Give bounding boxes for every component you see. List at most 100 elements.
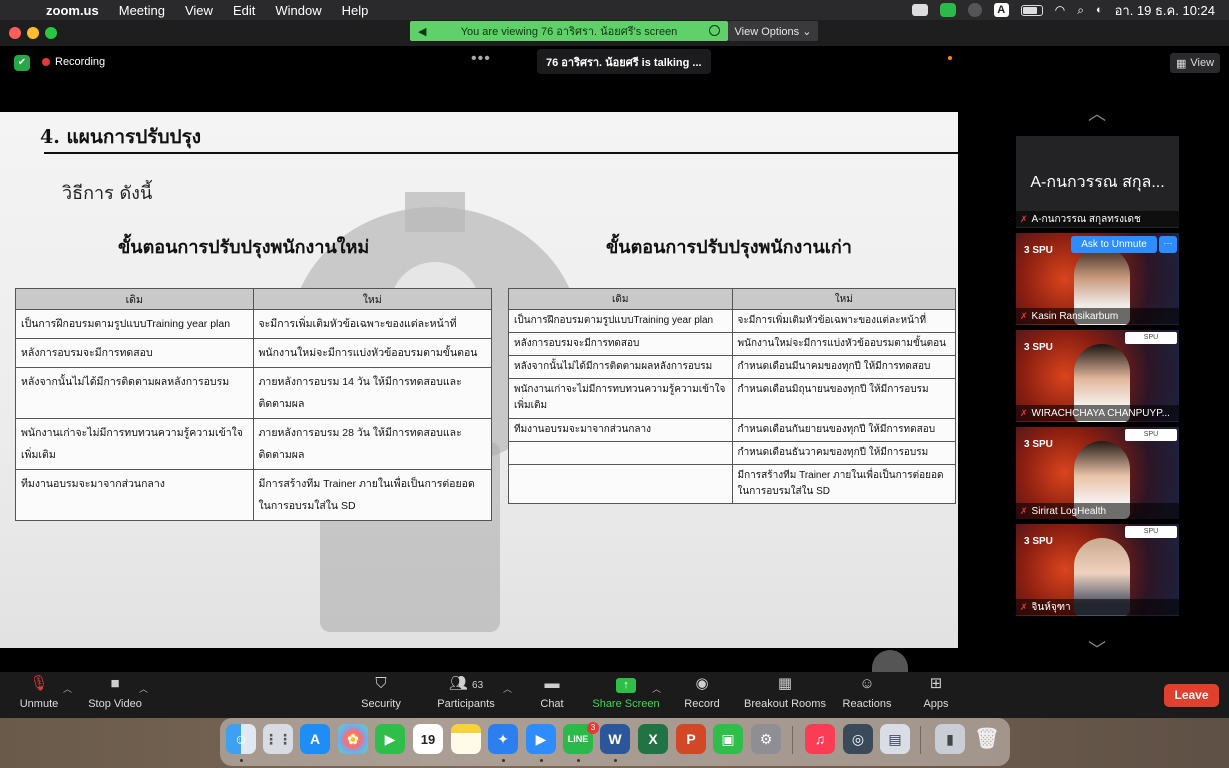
mi-app-icon[interactable]: ▣	[713, 724, 743, 754]
participant-name-label: ✗ WIRACHCHAYA CHANPUYP...	[1016, 405, 1179, 421]
stop-video-button[interactable]: ■ Stop Video	[86, 674, 144, 716]
table-header: เดิม	[15, 288, 254, 310]
apps-button[interactable]: ⊞ Apps	[920, 674, 952, 716]
heading-divider	[44, 152, 958, 154]
table-cell	[508, 464, 733, 504]
menu-clock[interactable]: อา. 19 ธ.ค. 10:24	[1115, 0, 1215, 21]
share-options-caret-icon[interactable]: ︿	[652, 682, 661, 695]
record-icon: ◉	[695, 675, 709, 692]
music-icon[interactable]: ♫	[805, 724, 835, 754]
viewing-screen-banner: ◀ You are viewing 76 อาริศรา. น้อยศรี's …	[410, 21, 728, 41]
participant-name: จินห์จุฑา	[1031, 602, 1071, 613]
minimize-window-button[interactable]	[27, 27, 39, 39]
spotlight-search-icon[interactable]: ⌕	[1077, 3, 1084, 18]
zoom-icon[interactable]: ▶	[526, 724, 556, 754]
notes-icon[interactable]	[451, 724, 481, 754]
gallery-scroll-down-icon[interactable]: ﹀	[1081, 636, 1113, 660]
table-cell: พนักงานเก่าจะไม่มีการทบทวนความรู้ความเข้…	[508, 378, 733, 419]
powerpoint-icon[interactable]: P	[676, 724, 706, 754]
control-center-icon[interactable]: ◐	[1096, 4, 1103, 16]
view-options-button[interactable]: View Options ⌄	[728, 21, 818, 41]
table-cell: กำหนดเดือนมิถุนายนของทุกปี ให้มีการอบรม	[731, 378, 957, 419]
recording-indicator[interactable]: Recording	[42, 56, 105, 68]
reactions-button[interactable]: ☺ Reactions	[842, 674, 892, 716]
participant-name-label: ✗ A-กนกวรรณ สกุลทรงเดช	[1016, 211, 1179, 227]
breakout-rooms-button[interactable]: ▦ Breakout Rooms	[744, 674, 826, 716]
participants-people-icon: 👥︎	[448, 675, 468, 692]
forward-icon[interactable]	[967, 3, 982, 17]
menu-edit[interactable]: Edit	[233, 3, 255, 18]
system-preferences-icon[interactable]: ⚙	[751, 724, 781, 754]
stop-video-label: Stop Video	[88, 698, 142, 710]
ask-to-unmute-button[interactable]: Ask to Unmute	[1071, 236, 1157, 253]
participant-name-label: ✗ Kasin Ransikarbum	[1016, 308, 1179, 324]
table-header: ใหม่	[252, 288, 493, 310]
table-cell: ภายหลังการอบรม 28 วัน ให้มีการทดสอบและติ…	[252, 418, 493, 470]
line-badge: 3	[587, 722, 599, 734]
preview-icon[interactable]: ▤	[880, 724, 910, 754]
calendar-icon[interactable]: 19	[413, 724, 443, 754]
table-header: ใหม่	[731, 288, 957, 310]
security-button[interactable]: ⛉ Security	[358, 674, 404, 716]
table-row: หลังการอบรมจะมีการทดสอบ พนักงานใหม่จะมีก…	[508, 332, 957, 356]
participant-name-display: A-กนกวรรณ สกุล...	[1030, 174, 1165, 191]
more-options-icon[interactable]: •••	[471, 50, 491, 68]
battery-icon[interactable]	[1020, 4, 1043, 16]
view-button[interactable]: ▦ View	[1170, 53, 1220, 73]
security-shield-icon[interactable]: ✔	[14, 55, 30, 71]
facetime-icon[interactable]: ▶	[375, 724, 405, 754]
line-status-icon[interactable]	[939, 3, 956, 17]
unmute-button[interactable]: 🎙︎ Unmute	[18, 674, 60, 716]
app-store-icon[interactable]: A	[300, 724, 330, 754]
dock-separator	[792, 726, 793, 754]
muted-mic-icon: ✗	[1020, 214, 1028, 224]
menu-help[interactable]: Help	[342, 3, 369, 18]
table-cell: หลังการอบรมจะมีการทดสอบ	[15, 338, 254, 368]
record-button[interactable]: ◉ Record	[682, 674, 722, 716]
input-source-icon[interactable]: A	[993, 3, 1009, 17]
menu-meeting[interactable]: Meeting	[119, 3, 165, 18]
participants-options-caret-icon[interactable]: ︿	[503, 682, 512, 695]
running-indicator	[577, 759, 580, 762]
running-indicator	[502, 759, 505, 762]
speaker-icon: ◀	[418, 26, 427, 38]
chat-button[interactable]: ▬ Chat	[533, 674, 571, 716]
excel-icon[interactable]: X	[638, 724, 668, 754]
share-screen-button[interactable]: ↑ Share Screen	[592, 674, 660, 716]
participants-button[interactable]: 👥︎ 63 Participants	[434, 674, 498, 716]
apps-grid-icon: ⊞	[929, 675, 943, 692]
table-cell: หลังจากนั้นไม่ได้มีการติดตามผลหลังการอบร…	[508, 355, 733, 379]
close-window-button[interactable]	[9, 27, 21, 39]
quicktime-icon[interactable]: ◎	[843, 724, 873, 754]
wifi-icon[interactable]: ◠	[1055, 3, 1065, 17]
zoom-status-icon[interactable]	[911, 4, 928, 16]
participant-more-button[interactable]: ···	[1159, 236, 1177, 253]
audio-options-caret-icon[interactable]: ︿	[63, 682, 72, 695]
table-row: ทีมงานอบรมจะมาจากส่วนกลาง มีการสร้างทีม …	[15, 469, 493, 521]
video-options-caret-icon[interactable]: ︿	[139, 682, 148, 695]
launchpad-icon[interactable]: ⋮⋮	[263, 724, 293, 754]
gallery-scroll-up-icon[interactable]: ︿	[1081, 100, 1113, 124]
slide-method-label: วิธีการ ดังนี้	[62, 183, 153, 204]
downloads-stack-icon[interactable]: ▮	[935, 724, 965, 754]
table-cell: มีการสร้างทีม Trainer ภายในเพื่อเป็นการต…	[252, 469, 493, 521]
table-cell: พนักงานเก่าจะไม่มีการทบทวนความรู้ความเข้…	[15, 418, 254, 470]
table-cell: มีการสร้างทีม Trainer ภายในเพื่อเป็นการต…	[731, 464, 957, 504]
reactions-label: Reactions	[842, 698, 892, 710]
photos-icon[interactable]: ✿	[338, 724, 368, 754]
word-icon[interactable]: W	[600, 724, 630, 754]
menu-app-name[interactable]: zoom.us	[46, 3, 99, 18]
muted-mic-icon: ✗	[1020, 311, 1028, 321]
old-staff-table: เดิม ใหม่ เป็นการฝึกอบรมตามรูปแบบTrainin…	[508, 288, 957, 504]
table-row: ทีมงานอบรมจะมาจากส่วนกลาง กำหนดเดือนกันย…	[508, 418, 957, 442]
finder-icon[interactable]: ☺	[226, 724, 256, 754]
camera-indicator-icon	[948, 56, 952, 60]
menu-window[interactable]: Window	[275, 3, 321, 18]
viewing-text: You are viewing 76 อาริศรา. น้อยศรี's sc…	[460, 26, 678, 38]
safari-icon[interactable]: ✦	[488, 724, 518, 754]
menu-view[interactable]: View	[185, 3, 213, 18]
leave-button[interactable]: Leave	[1164, 684, 1219, 707]
trash-icon[interactable]: 🗑︎	[972, 724, 1002, 754]
zoom-window-button[interactable]	[45, 27, 57, 39]
participant-name: WIRACHCHAYA CHANPUYP...	[1031, 408, 1170, 419]
